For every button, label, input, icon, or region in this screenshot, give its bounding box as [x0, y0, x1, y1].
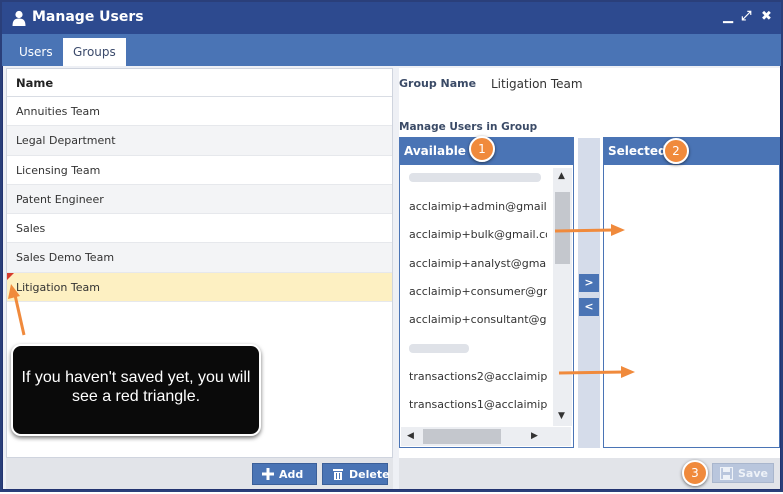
- manage-users-window: Manage Users ▁ ⤢ ✖ Users Groups Name Ann…: [0, 0, 783, 492]
- move-right-button[interactable]: >: [579, 274, 599, 292]
- list-item[interactable]: transactions1@acclaimip.com: [409, 398, 547, 411]
- maximize-icon[interactable]: ⤢: [741, 9, 751, 24]
- list-item[interactable]: transactions2@acclaimip.com: [409, 370, 547, 383]
- delete-button[interactable]: Delete: [322, 463, 390, 485]
- list-item[interactable]: Annuities Team: [7, 97, 392, 127]
- selected-header: Selected: [604, 138, 779, 165]
- selected-users-panel: Selected: [603, 137, 780, 448]
- tab-users[interactable]: Users: [9, 38, 63, 66]
- tab-bar: Users Groups: [2, 34, 781, 66]
- scroll-down-icon[interactable]: ▼: [558, 411, 565, 421]
- close-icon[interactable]: ✖: [761, 9, 772, 24]
- step-badge-2: 2: [663, 138, 689, 164]
- step-badge-1: 1: [469, 136, 495, 162]
- step-badge-3: 3: [682, 460, 708, 486]
- scroll-left-icon[interactable]: ◀: [407, 431, 414, 441]
- window-title: Manage Users: [32, 9, 144, 25]
- unsaved-red-triangle-icon: [7, 272, 14, 280]
- save-button[interactable]: Save: [712, 463, 774, 483]
- list-item[interactable]: Legal Department: [7, 126, 392, 156]
- minimize-icon[interactable]: ▁: [723, 9, 733, 24]
- list-item[interactable]: acclaimip+bulk@gmail.com: [409, 228, 547, 241]
- title-bar: Manage Users ▁ ⤢ ✖: [2, 2, 781, 34]
- list-item[interactable]: acclaimip+consumer@gmail.com: [409, 285, 547, 298]
- list-item-label: Litigation Team: [16, 280, 100, 294]
- scroll-right-icon[interactable]: ▶: [531, 431, 538, 441]
- group-name-value[interactable]: Litigation Team: [491, 77, 583, 91]
- save-button-label: Save: [738, 467, 768, 480]
- list-item[interactable]: Sales: [7, 214, 392, 244]
- list-item-selected[interactable]: Litigation Team: [7, 272, 392, 303]
- add-button[interactable]: Add: [252, 463, 317, 485]
- list-item[interactable]: acclaimip+admin@gmail.com: [409, 200, 547, 213]
- user-icon: [12, 10, 26, 26]
- list-item[interactable]: acclaimip+consultant@gmail.com: [409, 313, 547, 326]
- manage-users-label: Manage Users in Group: [399, 121, 538, 133]
- tab-groups[interactable]: Groups: [63, 38, 126, 66]
- trash-icon: [333, 469, 343, 480]
- annotation-callout: If you haven't saved yet, you will see a…: [11, 344, 261, 436]
- transfer-strip: [578, 138, 600, 448]
- floppy-disk-icon: [720, 467, 733, 480]
- vertical-scrollbar[interactable]: ▲ ▼: [553, 168, 572, 426]
- list-item[interactable]: Patent Engineer: [7, 184, 392, 215]
- list-item[interactable]: acclaimip+analyst@gmail.com: [409, 257, 547, 270]
- blurred-email: [409, 344, 469, 353]
- scrollbar-thumb[interactable]: [555, 192, 570, 264]
- group-name-label: Group Name: [399, 77, 477, 90]
- move-left-button[interactable]: <: [579, 298, 599, 316]
- scroll-up-icon[interactable]: ▲: [558, 171, 565, 181]
- available-users-panel: Available acclaimip+admin@gmail.com accl…: [399, 137, 574, 448]
- list-item[interactable]: Sales Demo Team: [7, 243, 392, 273]
- name-column-header[interactable]: Name: [7, 69, 392, 97]
- plus-icon: [262, 468, 274, 480]
- add-button-label: Add: [279, 468, 304, 481]
- list-item[interactable]: Licensing Team: [7, 156, 392, 185]
- blurred-email: [409, 173, 541, 182]
- scrollbar-thumb[interactable]: [423, 429, 501, 444]
- horizontal-scrollbar[interactable]: ◀ ▶: [401, 427, 571, 446]
- delete-button-label: Delete: [349, 468, 390, 481]
